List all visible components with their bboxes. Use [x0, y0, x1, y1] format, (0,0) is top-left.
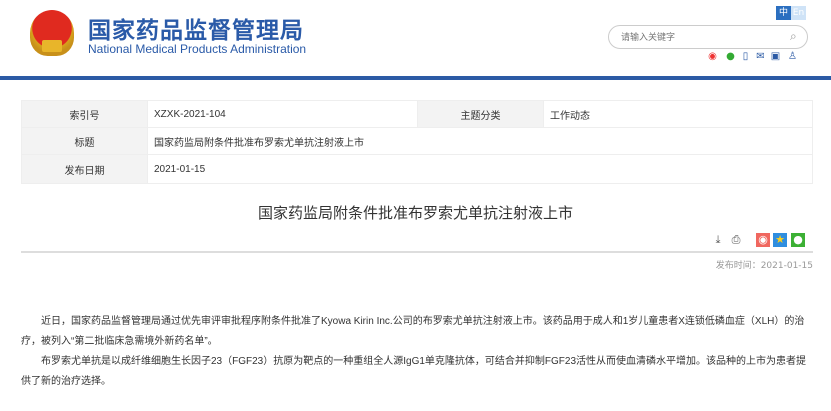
index-label: 索引号: [21, 100, 148, 128]
mobile-icon[interactable]: ▯: [739, 51, 752, 62]
topic-label: 主题分类: [417, 100, 544, 128]
lang-cn-button[interactable]: 中: [776, 6, 791, 20]
topic-value: 工作动态: [543, 100, 813, 128]
article-paragraph: 近日，国家药品监督管理局通过优先审评审批程序附条件批准了Kyowa Kirin …: [21, 316, 805, 347]
table-row: 发布日期 2021-01-15: [21, 154, 813, 184]
date-label: 发布日期: [21, 154, 148, 184]
search-input[interactable]: [608, 25, 808, 49]
mail-icon[interactable]: ✉: [754, 51, 767, 62]
user-icon[interactable]: ♙: [786, 51, 799, 62]
download-icon[interactable]: ⤓: [711, 233, 725, 247]
article-paragraph: 布罗索尤单抗是以成纤维细胞生长因子23（FGF23）抗原为靶点的一种重组全人源I…: [21, 356, 807, 387]
lang-en-button[interactable]: En: [791, 6, 806, 20]
wechat-share-icon[interactable]: ●: [791, 233, 805, 247]
divider: [21, 251, 813, 253]
nav-bar: [0, 76, 831, 80]
date-value: 2021-01-15: [147, 154, 813, 184]
qzone-share-icon[interactable]: ★: [773, 233, 787, 247]
site-subtitle: National Medical Products Administration: [88, 42, 307, 56]
title-label: 标题: [21, 127, 148, 155]
print-icon[interactable]: ⎙: [729, 233, 743, 247]
index-value: XZXK-2021-104: [147, 100, 418, 128]
weibo-share-icon[interactable]: ◉: [756, 233, 770, 247]
publish-time: 发布时间：2021-01-15: [715, 261, 813, 271]
meta-table: 索引号 XZXK-2021-104 主题分类 工作动态 标题 国家药监局附条件批…: [21, 100, 813, 184]
weibo-icon[interactable]: ◉: [706, 51, 719, 62]
table-row: 索引号 XZXK-2021-104 主题分类 工作动态: [21, 100, 813, 128]
wechat-icon[interactable]: ●: [724, 51, 737, 62]
site-title[interactable]: 国家药品监督管理局: [88, 11, 304, 45]
national-emblem-logo: [30, 10, 74, 56]
title-value: 国家药监局附条件批准布罗索尤单抗注射液上市: [147, 127, 813, 155]
search-icon[interactable]: ⌕: [790, 29, 797, 44]
article-title: 国家药监局附条件批准布罗索尤单抗注射液上市: [257, 204, 573, 222]
table-row: 标题 国家药监局附条件批准布罗索尤单抗注射液上市: [21, 127, 813, 155]
message-icon[interactable]: ▣: [769, 51, 782, 62]
